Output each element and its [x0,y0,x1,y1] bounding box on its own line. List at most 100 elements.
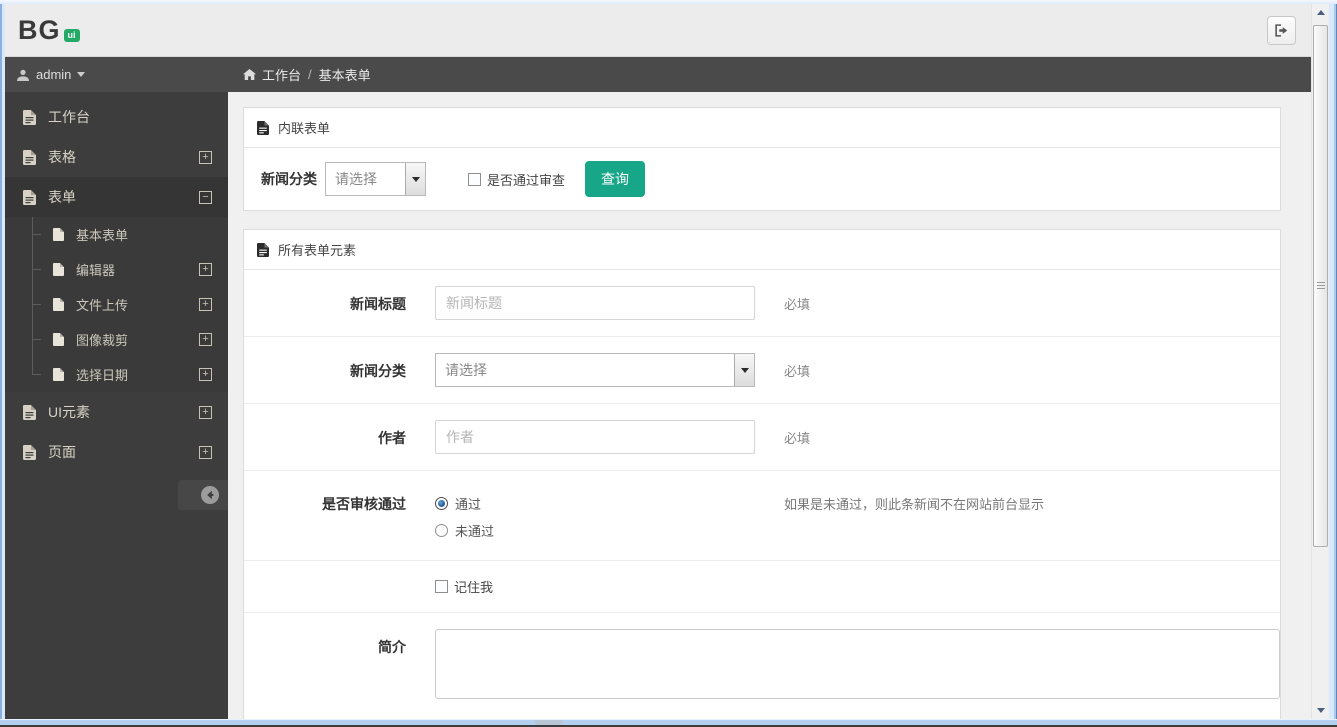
file-icon [53,368,64,381]
file-text-icon [23,149,36,165]
expand-plus-icon[interactable]: + [199,298,212,311]
news-title-label: 新闻标题 [350,296,406,312]
author-row: 作者 必填 [244,403,1280,470]
category-select[interactable]: 请选择 [325,162,426,196]
sidebar-item-label: UI元素 [48,404,90,420]
expand-plus-icon[interactable]: + [199,333,212,346]
user-icon [17,69,29,81]
review-pass-radio[interactable] [435,497,448,510]
inline-form-panel: 内联表单 新闻分类 请选择 是否通过审查 查询 [243,107,1281,211]
remember-row: 记住我 [244,560,1280,612]
sidebar-item-label: 页面 [48,444,76,460]
chevron-down-icon [411,176,420,182]
panel-title: 所有表单元素 [278,243,357,258]
inline-form-panel-header: 内联表单 [244,108,1280,148]
review-label: 是否审核通过 [322,496,406,512]
chevron-down-icon [77,72,86,77]
expand-plus-icon[interactable]: + [199,263,212,276]
expand-plus-icon[interactable]: + [199,368,212,381]
arrow-down-icon [1317,708,1325,713]
file-text-icon [23,444,36,460]
author-label: 作者 [378,430,406,446]
sidebar-subitem-image-crop[interactable]: 图像裁剪 + [5,322,228,357]
sidebar-item-pages[interactable]: 页面 + [5,432,228,472]
file-text-icon [257,120,269,135]
category-select-value: 请选择 [335,171,377,187]
file-text-icon [23,189,36,205]
breadcrumb-current: 基本表单 [318,68,371,83]
audit-checkbox-label: 是否通过审查 [487,172,566,188]
top-header: BG ui [5,4,1311,57]
user-menu[interactable]: admin [5,57,228,92]
sidebar-subitem-file-upload[interactable]: 文件上传 + [5,287,228,322]
breadcrumb-separator: / [308,67,312,82]
required-hint: 必填 [784,364,811,379]
file-icon [53,298,64,311]
sidebar-subitem-editor[interactable]: 编辑器 + [5,252,228,287]
remember-checkbox-label: 记住我 [454,580,494,595]
required-hint: 必填 [784,431,811,446]
news-category-select[interactable]: 请选择 [435,353,755,387]
scrollbar-thumb[interactable] [1313,25,1328,547]
audit-checkbox[interactable] [468,172,481,186]
arrow-up-icon [1317,10,1325,15]
sidebar-item-forms[interactable]: 表单 − [5,177,228,217]
main-area: 工作台 / 基本表单 内联表单 新闻分类 请选择 是否通过审查 查询 所有表单元… [228,57,1311,719]
collapse-minus-icon[interactable]: − [199,190,212,204]
sidebar-subitem-date-picker[interactable]: 选择日期 + [5,357,228,392]
home-icon [243,69,256,80]
file-text-icon [23,404,36,420]
news-category-row: 新闻分类 请选择 必填 [244,336,1280,403]
required-hint: 必填 [784,297,811,312]
expand-plus-icon[interactable]: + [199,405,212,419]
arrow-left-circle-icon [201,486,219,504]
review-fail-radio[interactable] [435,524,448,537]
expand-plus-icon[interactable]: + [199,150,212,164]
logout-button[interactable] [1267,16,1296,45]
review-row: 是否审核通过 通过 未通过 如果是未通过，则此条新闻不在网站前台显示 [244,470,1280,560]
author-input[interactable] [435,420,755,454]
sidebar-item-tables[interactable]: 表格 + [5,137,228,177]
select-dropdown-button[interactable] [405,163,425,195]
review-pass-label: 通过 [455,497,482,512]
sidebar-item-label: 表单 [48,189,76,205]
news-title-row: 新闻标题 必填 [244,270,1280,336]
file-text-icon [23,109,36,125]
breadcrumb-home-link[interactable]: 工作台 [262,65,301,84]
window-frame-right [1329,4,1337,719]
sidebar-subitem-label: 文件上传 [76,298,129,313]
forms-submenu: 基本表单 编辑器 + 文件上传 + 图像裁剪 + 选择日期 + [5,217,228,392]
sidebar-subitem-basic-form[interactable]: 基本表单 [5,217,228,252]
browser-window: BG ui admin 工作台 表格 + 表单 − 基本表单 编辑器 + 文件上… [0,0,1337,727]
sidebar-collapse-button[interactable] [178,480,228,510]
file-icon [53,228,64,241]
app-root: BG ui admin 工作台 表格 + 表单 − 基本表单 编辑器 + 文件上… [5,4,1311,719]
remember-checkbox[interactable] [435,580,448,593]
sidebar-item-ui-elements[interactable]: UI元素 + [5,392,228,432]
expand-plus-icon[interactable]: + [199,445,212,459]
panel-title: 内联表单 [278,121,331,136]
sidebar-item-label: 表格 [48,149,76,165]
news-title-input[interactable] [435,286,755,320]
scrollbar-grip-icon [1317,282,1325,290]
sidebar-nav: 工作台 表格 + 表单 − 基本表单 编辑器 + 文件上传 + 图像裁剪 + 选… [5,92,228,510]
scroll-down-button[interactable] [1312,702,1330,719]
all-form-panel-header: 所有表单元素 [244,230,1280,270]
file-icon [53,333,64,346]
news-category-label: 新闻分类 [350,363,406,379]
sidebar: admin 工作台 表格 + 表单 − 基本表单 编辑器 + 文件上传 + 图像… [5,57,228,719]
page-content: 内联表单 新闻分类 请选择 是否通过审查 查询 所有表单元素 新闻标题 新闻标题… [228,92,1311,719]
file-text-icon [257,242,269,257]
all-form-elements-panel: 所有表单元素 新闻标题 必填 新闻分类 [243,229,1281,719]
select-dropdown-button[interactable] [734,354,754,386]
sidebar-subitem-label: 选择日期 [76,368,129,383]
vertical-scrollbar[interactable] [1311,4,1330,719]
sidebar-item-workbench[interactable]: 工作台 [5,97,228,137]
news-category-select-value: 请选择 [445,362,487,378]
query-button[interactable]: 查询 [585,161,646,197]
sidebar-item-label: 工作台 [48,109,90,125]
username: admin [36,67,72,82]
intro-textarea[interactable] [435,629,1280,699]
scroll-up-button[interactable] [1312,4,1330,21]
review-fail-label: 未通过 [455,524,495,539]
